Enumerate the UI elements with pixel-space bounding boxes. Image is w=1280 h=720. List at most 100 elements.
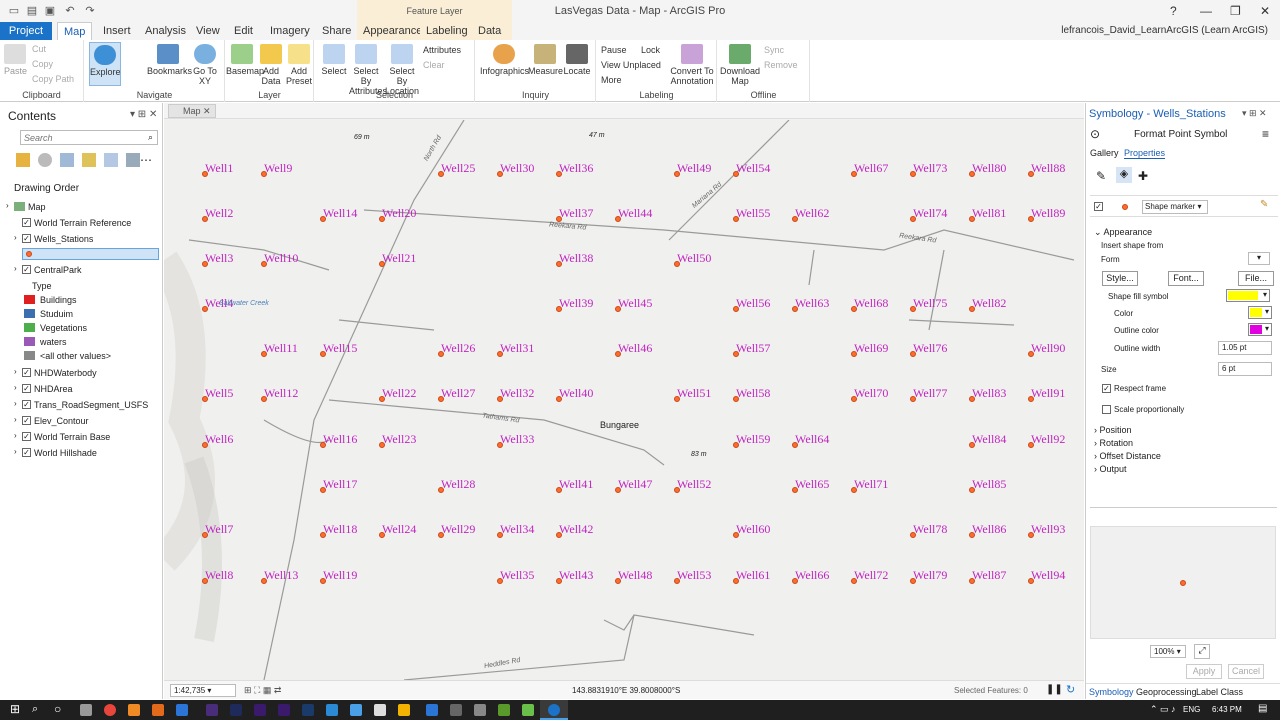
search-input[interactable] <box>21 131 131 144</box>
cancel-button[interactable]: Cancel <box>1228 664 1264 679</box>
outline-color-picker[interactable]: ▾ <box>1248 323 1272 336</box>
select-button[interactable]: Select <box>319 44 349 76</box>
search-icon[interactable]: ⌕ <box>148 132 153 143</box>
app-icon[interactable] <box>326 704 338 716</box>
clock[interactable]: 6:43 PM <box>1212 705 1242 714</box>
appearance-section[interactable]: ⌄ Appearance <box>1094 227 1152 238</box>
tab-appearance[interactable]: Appearance <box>357 22 422 40</box>
rotation-section[interactable]: › Rotation <box>1094 438 1133 448</box>
toc-layer-row[interactable]: › ✓ NHDArea <box>8 382 158 397</box>
map-tab[interactable]: Map ✕ <box>168 104 216 118</box>
toc-layer-row[interactable]: › ✓ CentralPark <box>8 263 158 278</box>
add-preset-button[interactable]: Add Preset <box>284 44 314 86</box>
expand-icon[interactable]: › <box>14 264 17 273</box>
selection-icon[interactable] <box>60 153 74 167</box>
file-button[interactable]: File... <box>1238 271 1274 286</box>
after-effects-icon[interactable] <box>278 704 290 716</box>
wells-symbol-selected[interactable] <box>22 248 159 260</box>
copy-path-button[interactable]: Copy Path <box>32 74 74 84</box>
refresh-icon[interactable]: ↻ <box>1066 683 1075 696</box>
toc-layer-row[interactable]: Vegetations <box>8 321 158 336</box>
labeling-icon[interactable] <box>126 153 140 167</box>
tab-analysis[interactable]: Analysis <box>139 22 192 40</box>
paste-button[interactable]: Paste <box>4 44 27 76</box>
goto-xy-button[interactable]: Go To XY <box>191 44 219 86</box>
tab-share[interactable]: Share <box>316 22 357 40</box>
respect-frame-row[interactable]: ✓ Respect frame <box>1102 383 1272 395</box>
position-section[interactable]: › Position <box>1094 425 1132 435</box>
more-icon[interactable]: ⋯ <box>140 153 152 167</box>
brush-icon[interactable]: ✎ <box>1096 169 1110 183</box>
outline-width-field[interactable]: 1.05 pt <box>1218 341 1272 355</box>
bookmarks-button[interactable]: Bookmarks <box>147 44 192 76</box>
app-icon[interactable] <box>80 704 92 716</box>
windows-start-icon[interactable]: ⊞ <box>10 703 22 715</box>
qgis-icon[interactable] <box>522 704 534 716</box>
size-field[interactable]: 6 pt <box>1218 362 1272 376</box>
search-icon[interactable]: ⌕ <box>32 703 38 716</box>
minimize-button[interactable]: — <box>1200 4 1212 18</box>
add-data-button[interactable]: Add Data <box>258 44 284 86</box>
app-icon[interactable] <box>350 704 362 716</box>
layer-visibility-checkbox[interactable]: ✓ <box>22 400 31 409</box>
attributes-button[interactable]: Attributes <box>423 45 461 55</box>
language-indicator[interactable]: ENG <box>1183 705 1200 714</box>
lock-icon[interactable]: ✎ <box>1260 199 1268 210</box>
tab-imagery[interactable]: Imagery <box>264 22 316 40</box>
chrome-icon[interactable] <box>104 704 116 716</box>
toc-layer-row[interactable]: › ✓ World Hillshade <box>8 446 158 461</box>
toc-layer-row[interactable]: › ✓ NHDWaterbody <box>8 366 158 381</box>
firefox-icon[interactable] <box>128 704 140 716</box>
measure-button[interactable]: Measure <box>528 44 563 76</box>
form-picker-icon[interactable]: ▾ <box>1248 252 1270 265</box>
wrench-icon[interactable]: ✚ <box>1138 169 1148 183</box>
pane-options-icon[interactable]: ▾ ⊞ ✕ <box>1242 108 1267 119</box>
expand-icon[interactable]: › <box>14 415 17 424</box>
download-map-button[interactable]: Download Map <box>720 44 760 86</box>
toc-layer-row[interactable]: Type <box>8 279 158 294</box>
tab-view[interactable]: View <box>190 22 226 40</box>
apply-button[interactable]: Apply <box>1186 664 1222 679</box>
close-button[interactable]: ✕ <box>1260 4 1270 18</box>
more-button[interactable]: More <box>601 75 622 85</box>
zoom-select[interactable]: 100% ▾ <box>1150 645 1186 658</box>
app-icon[interactable] <box>374 704 386 716</box>
splitter[interactable] <box>1090 507 1277 511</box>
tab-geoprocessing[interactable]: Geoprocessing <box>1136 687 1197 697</box>
map-nav-icons[interactable]: ⊞ ⛶ ▦ ⇄ <box>244 685 281 696</box>
tab-map[interactable]: Map <box>57 22 93 40</box>
layer-visible-checkbox[interactable]: ✓ <box>1094 202 1103 211</box>
arcgis-taskbar-button[interactable] <box>540 700 568 720</box>
offset-section[interactable]: › Offset Distance <box>1094 451 1161 461</box>
output-section[interactable]: › Output <box>1094 464 1127 474</box>
app-icon[interactable] <box>426 704 438 716</box>
toc-layer-row[interactable]: › ✓ Wells_Stations <box>8 232 158 247</box>
tab-edit[interactable]: Edit <box>228 22 259 40</box>
font-button[interactable]: Font... <box>1168 271 1204 286</box>
layers-icon[interactable]: ◈ <box>1116 167 1132 183</box>
snapping-icon[interactable] <box>104 153 118 167</box>
toc-layer-row[interactable]: Studuim <box>8 307 158 322</box>
premiere-icon[interactable] <box>254 704 266 716</box>
toc-layer-row[interactable]: › ✓ Trans_RoadSegment_USFS <box>8 398 158 413</box>
convert-annotation-button[interactable]: Convert To Annotation <box>669 44 715 86</box>
view-unplaced-button[interactable]: View Unplaced <box>601 60 661 70</box>
layer-visibility-checkbox[interactable]: ✓ <box>22 265 31 274</box>
notifications-icon[interactable]: ▤ <box>1258 703 1267 714</box>
locate-button[interactable]: Locate <box>562 44 592 76</box>
pane-options-icon[interactable]: ▾ ⊞ ✕ <box>130 109 157 120</box>
sync-button[interactable]: Sync <box>764 45 784 55</box>
contents-search[interactable]: ⌕ <box>20 130 158 145</box>
remove-button[interactable]: Remove <box>764 60 798 70</box>
basemap-button[interactable]: Basemap <box>226 44 264 76</box>
scale-proportionally-checkbox[interactable] <box>1102 405 1111 414</box>
map-view[interactable]: Map ✕ Well1 Well9 Well25 Well30 Well36 Well49… <box>164 103 1084 699</box>
app-icon[interactable] <box>176 704 188 716</box>
scale-selector[interactable]: 1:42,735 ▾ <box>170 684 236 697</box>
expand-icon[interactable]: › <box>14 383 17 392</box>
help-icon[interactable]: ? <box>1170 4 1177 18</box>
tab-project[interactable]: Project <box>0 22 52 40</box>
back-icon[interactable]: ⊙ <box>1090 127 1100 141</box>
app-icon[interactable] <box>206 704 218 716</box>
app-icon[interactable] <box>498 704 510 716</box>
